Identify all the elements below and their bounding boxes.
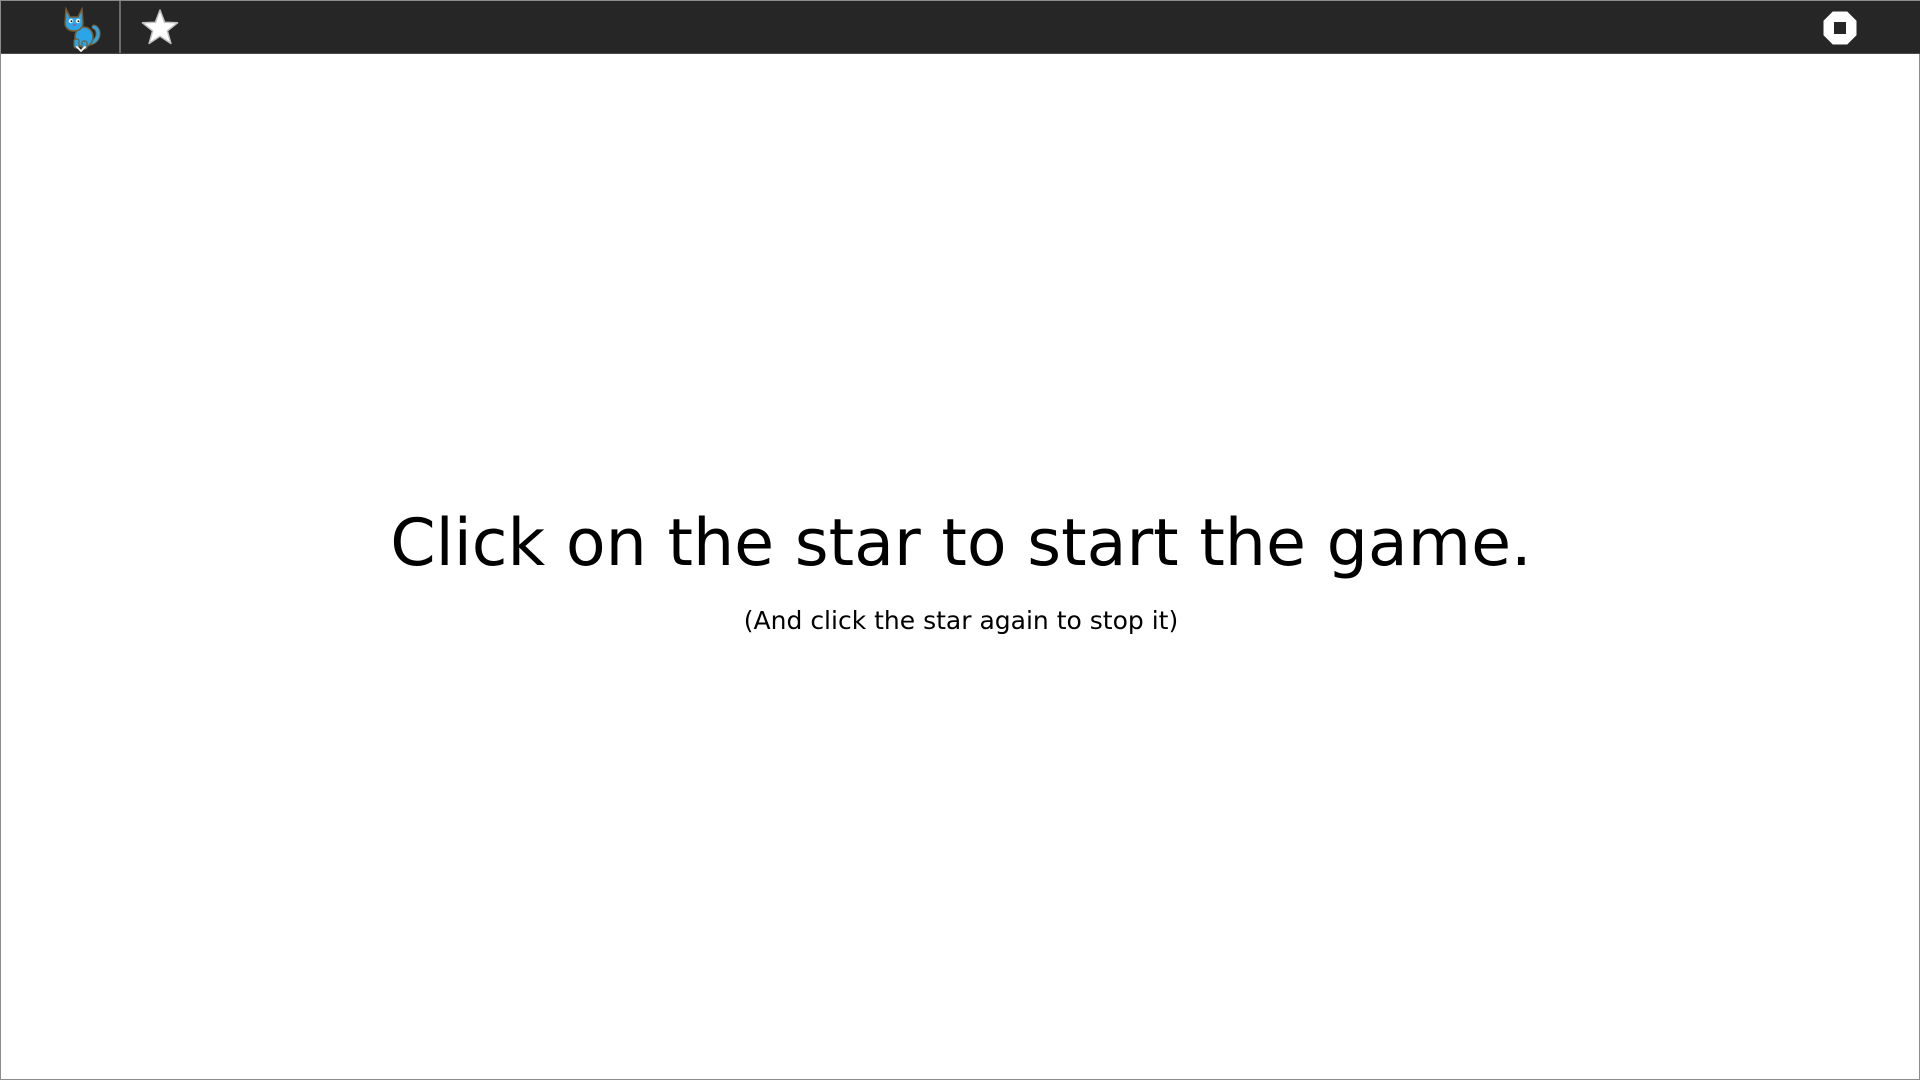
start-game-button[interactable] <box>140 8 180 48</box>
star-icon <box>141 9 179 45</box>
stop-button[interactable] <box>1823 11 1857 45</box>
toolbar <box>1 1 1920 54</box>
stop-icon <box>1823 11 1857 45</box>
sprite-menu-button[interactable] <box>56 3 106 53</box>
start-instruction-title: Click on the star to start the game. <box>390 506 1532 581</box>
stop-instruction-subtitle: (And click the star again to stop it) <box>743 606 1179 635</box>
chevron-down-icon <box>76 46 86 52</box>
toolbar-separator <box>119 1 121 53</box>
game-stage: Click on the star to start the game. (An… <box>0 0 1920 1080</box>
